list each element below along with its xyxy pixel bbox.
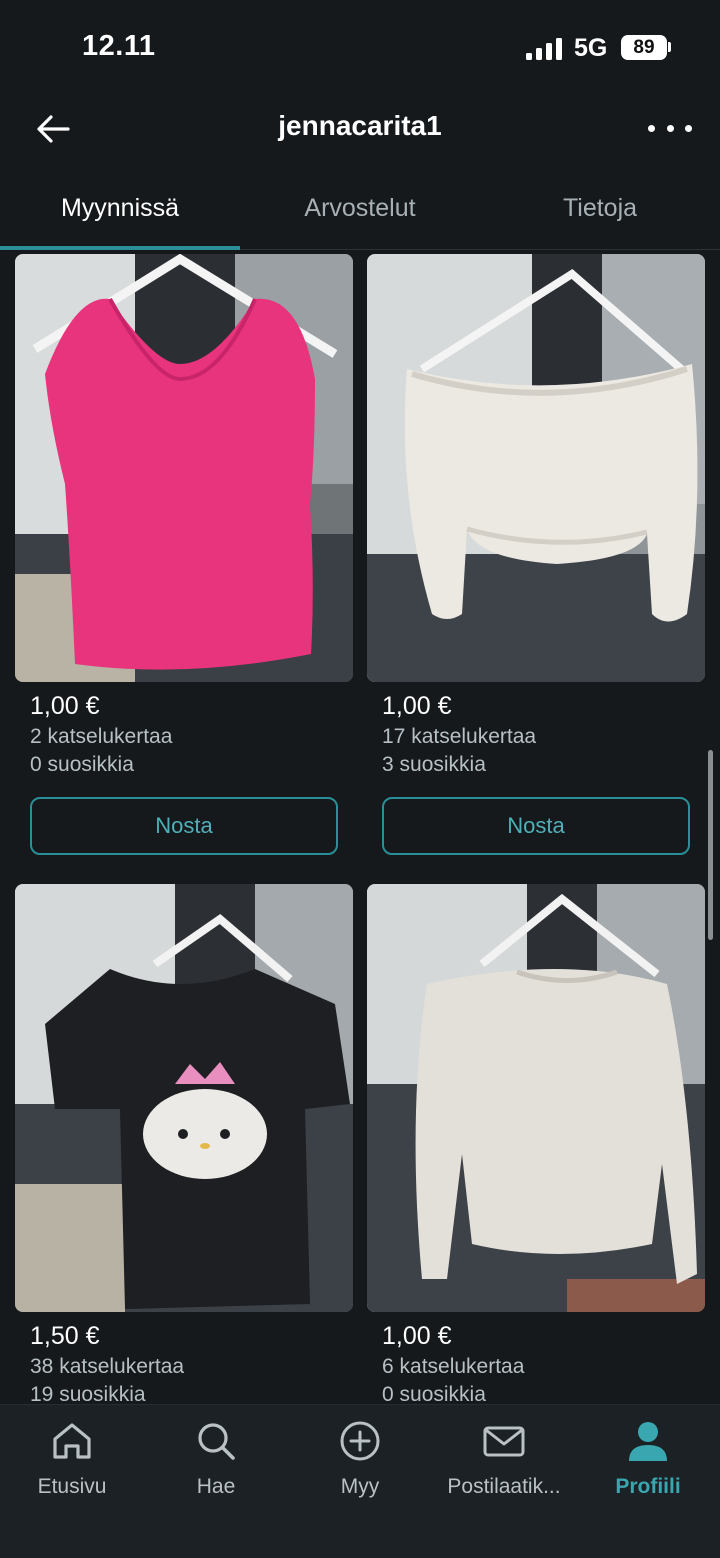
battery-icon: 89	[621, 35, 667, 60]
profile-icon	[629, 1422, 667, 1461]
nav-label: Postilaatik...	[447, 1475, 561, 1498]
listing-price: 1,00 €	[30, 692, 100, 720]
listing-price: 1,50 €	[30, 1322, 100, 1350]
tab-arvostelut[interactable]: Arvostelut	[240, 194, 480, 223]
listing-image-white-blouse[interactable]	[367, 254, 705, 682]
listing-favorites: 0 suosikkia	[382, 1383, 486, 1404]
listing-favorites: 3 suosikkia	[382, 753, 486, 776]
bottom-nav: Etusivu Hae Myy Postilaatik... Profiili	[0, 1404, 720, 1558]
page-title: jennacarita1	[278, 110, 442, 141]
nav-item-hae[interactable]: Hae	[144, 1419, 288, 1499]
listing-grid[interactable]: 1,00 € 2 katselukertaa 0 suosikkia Nosta…	[0, 254, 720, 1404]
more-dot-icon	[685, 124, 692, 132]
listing-views: 38 katselukertaa	[30, 1355, 185, 1378]
listing-views: 17 katselukertaa	[382, 725, 537, 748]
listing-favorites: 0 suosikkia	[30, 753, 134, 776]
listing-price: 1,00 €	[382, 1322, 452, 1350]
nav-item-profiili[interactable]: Profiili	[576, 1419, 720, 1499]
more-dot-icon	[648, 124, 655, 132]
home-icon	[53, 1423, 91, 1459]
status-time: 12.11	[82, 30, 156, 62]
nav-item-postilaatikko[interactable]: Postilaatik...	[432, 1419, 576, 1499]
mail-icon	[483, 1426, 525, 1457]
profile-tabs: Myynnissä Arvostelut Tietoja	[0, 172, 720, 250]
nav-label: Profiili	[615, 1475, 681, 1498]
listing-image-black-tshirt[interactable]	[15, 884, 353, 1312]
listing-card[interactable]: 1,00 € 6 katselukertaa 0 suosikkia	[367, 884, 705, 1404]
listing-image-white-sweater[interactable]	[367, 884, 705, 1312]
nav-item-etusivu[interactable]: Etusivu	[0, 1419, 144, 1499]
listing-price: 1,00 €	[382, 692, 452, 720]
more-options-button[interactable]	[648, 110, 692, 146]
tab-tietoja[interactable]: Tietoja	[480, 194, 720, 223]
nav-label: Myy	[340, 1475, 380, 1498]
listing-views: 2 katselukertaa	[30, 725, 173, 748]
listing-card[interactable]: 1,00 € 2 katselukertaa 0 suosikkia Nosta	[15, 254, 353, 855]
nav-item-myy[interactable]: Myy	[288, 1419, 432, 1499]
active-tab-indicator	[0, 246, 240, 250]
tab-myynnissa[interactable]: Myynnissä	[0, 194, 240, 223]
listing-favorites: 19 suosikkia	[30, 1383, 146, 1404]
nav-label: Hae	[196, 1475, 236, 1498]
more-dot-icon	[666, 124, 674, 132]
listing-card[interactable]: 1,00 € 17 katselukertaa 3 suosikkia Nost…	[367, 254, 705, 855]
bump-button[interactable]: Nosta	[382, 797, 690, 855]
scrollbar[interactable]	[708, 750, 713, 940]
plus-circle-icon	[340, 1421, 380, 1461]
search-icon	[198, 1423, 235, 1460]
header: jennacarita1	[0, 96, 720, 162]
bump-button[interactable]: Nosta	[30, 797, 338, 855]
network-type: 5G	[574, 34, 608, 62]
signal-icon	[526, 38, 562, 60]
status-bar: 12.11 5G 89	[0, 0, 720, 96]
listing-image-pink-tank-top[interactable]	[15, 254, 353, 682]
listing-card[interactable]: 1,50 € 38 katselukertaa 19 suosikkia	[15, 884, 353, 1404]
listing-views: 6 katselukertaa	[382, 1355, 525, 1378]
battery-nub	[668, 42, 671, 52]
nav-label: Etusivu	[37, 1475, 107, 1498]
